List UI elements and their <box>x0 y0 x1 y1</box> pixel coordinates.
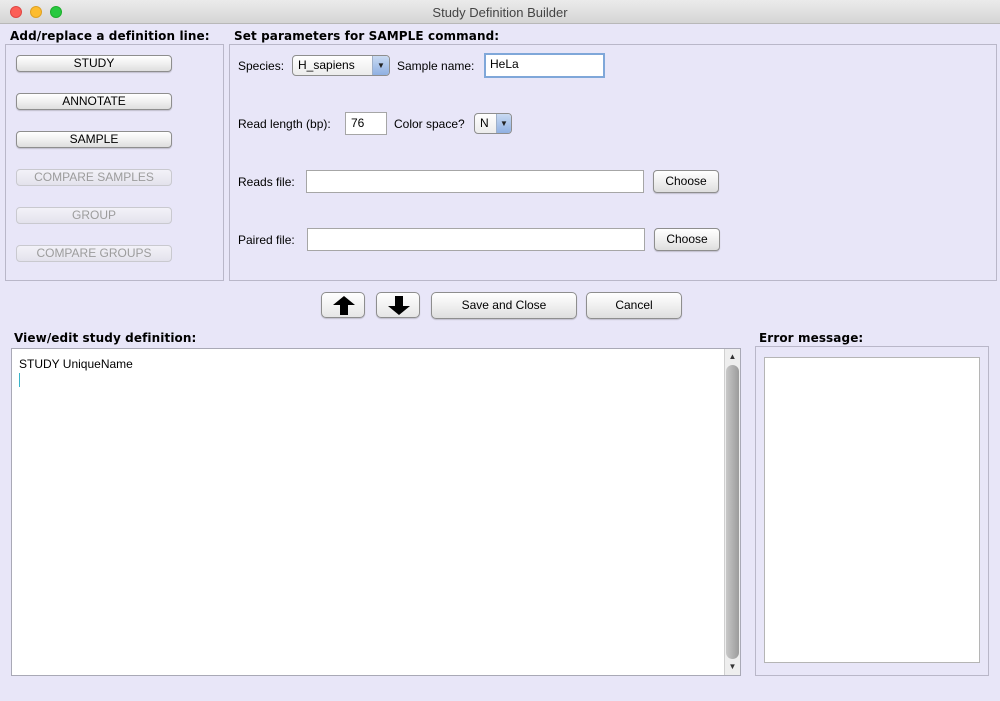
color-space-select[interactable]: N ▼ <box>474 113 512 134</box>
move-down-button[interactable] <box>376 292 420 318</box>
sample-name-label: Sample name: <box>397 59 475 73</box>
move-up-button[interactable] <box>321 292 365 318</box>
species-value: H_sapiens <box>298 58 355 72</box>
group-button: GROUP <box>16 207 172 224</box>
sample-name-input[interactable]: HeLa <box>484 53 605 78</box>
study-button[interactable]: STUDY <box>16 55 172 72</box>
editor-scrollbar[interactable]: ▲ ▼ <box>724 349 740 675</box>
color-space-value: N <box>480 116 489 130</box>
arrow-down-icon <box>388 296 410 315</box>
error-heading: Error message: <box>759 331 864 345</box>
species-label: Species: <box>238 59 285 73</box>
study-definition-editor[interactable]: STUDY UniqueName ▲ ▼ <box>11 348 741 676</box>
chevron-down-icon: ▼ <box>496 114 511 133</box>
editor-text: STUDY UniqueName <box>19 357 133 371</box>
definition-line-heading: Add/replace a definition line: <box>10 29 210 43</box>
paired-file-input[interactable] <box>307 228 645 251</box>
scroll-up-icon[interactable]: ▲ <box>725 350 740 364</box>
params-heading: Set parameters for SAMPLE command: <box>234 29 500 43</box>
color-space-label: Color space? <box>394 117 465 131</box>
scroll-down-icon[interactable]: ▼ <box>725 660 740 674</box>
annotate-button[interactable]: ANNOTATE <box>16 93 172 110</box>
species-select[interactable]: H_sapiens ▼ <box>292 55 390 76</box>
reads-file-label: Reads file: <box>238 175 295 189</box>
error-message-box[interactable] <box>764 357 980 663</box>
read-length-label: Read length (bp): <box>238 117 331 131</box>
scrollbar-thumb[interactable] <box>726 365 739 659</box>
chevron-down-icon: ▼ <box>372 56 389 75</box>
editor-heading: View/edit study definition: <box>14 331 197 345</box>
definition-line-panel: STUDY ANNOTATE SAMPLE COMPARE SAMPLES GR… <box>5 44 224 281</box>
paired-file-label: Paired file: <box>238 233 295 247</box>
cancel-button[interactable]: Cancel <box>586 292 682 319</box>
compare-groups-button: COMPARE GROUPS <box>16 245 172 262</box>
read-length-input[interactable]: 76 <box>345 112 387 135</box>
reads-file-input[interactable] <box>306 170 644 193</box>
paired-file-choose-button[interactable]: Choose <box>654 228 720 251</box>
window-title: Study Definition Builder <box>432 5 568 20</box>
save-and-close-button[interactable]: Save and Close <box>431 292 577 319</box>
compare-samples-button: COMPARE SAMPLES <box>16 169 172 186</box>
sample-button[interactable]: SAMPLE <box>16 131 172 148</box>
text-caret <box>19 373 20 387</box>
reads-file-choose-button[interactable]: Choose <box>653 170 719 193</box>
title-bar: Study Definition Builder <box>0 0 1000 24</box>
arrow-up-icon <box>333 296 355 315</box>
